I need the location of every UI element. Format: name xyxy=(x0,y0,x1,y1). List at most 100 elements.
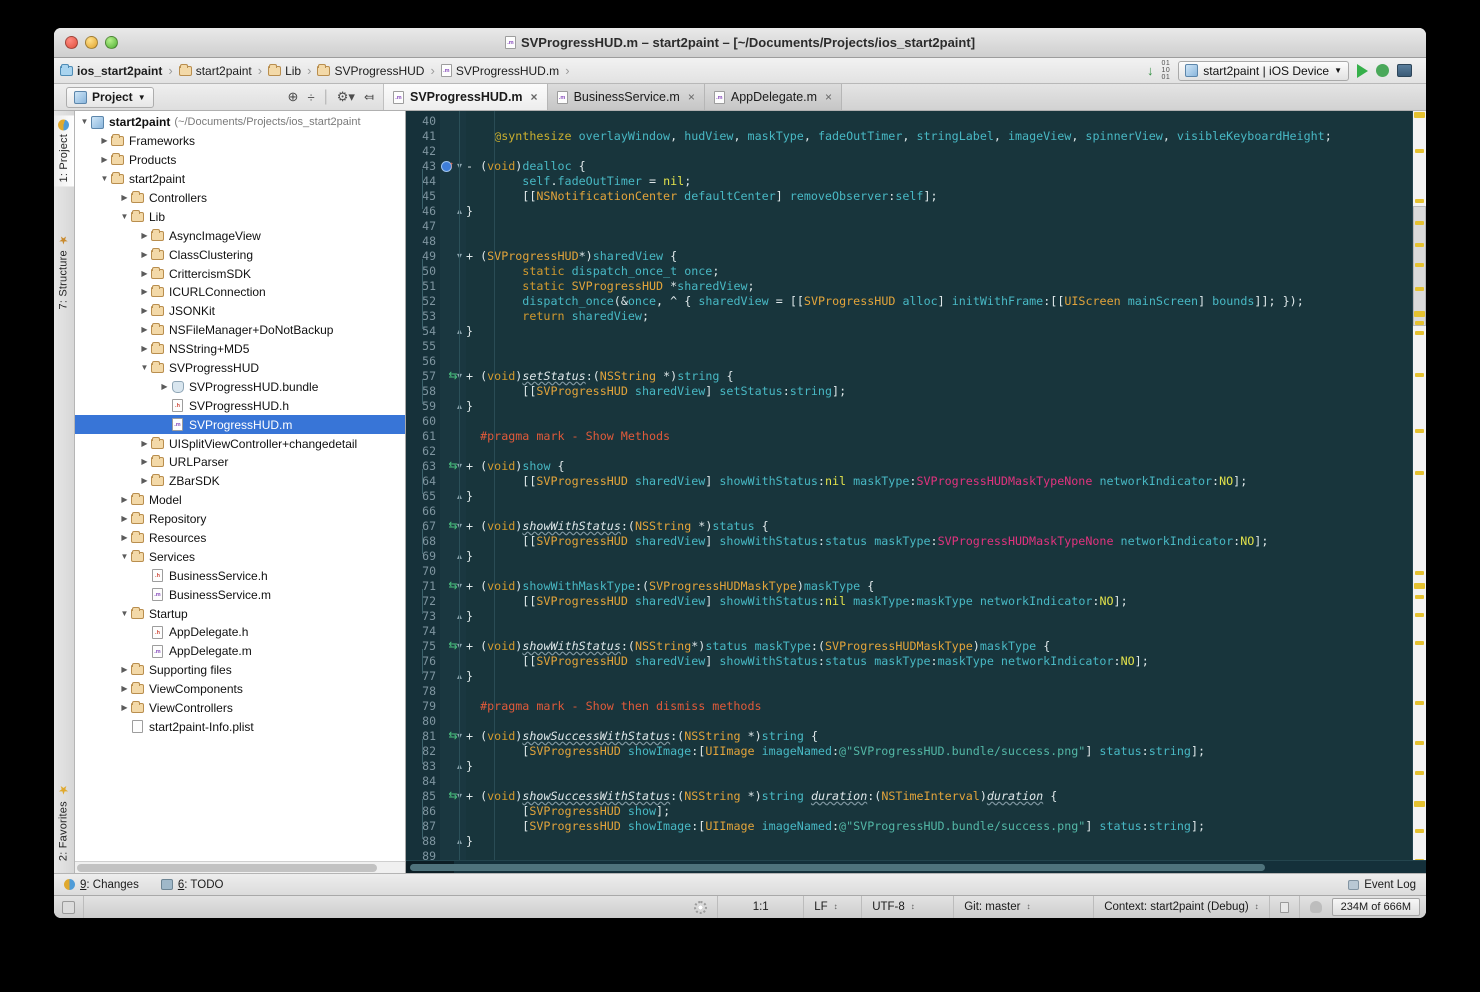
chevron-right-icon[interactable]: ▶ xyxy=(159,382,170,391)
editor-tab-svprogresshud-m[interactable]: .m SVProgressHUD.m × xyxy=(384,84,548,110)
gutter-marker-row[interactable]: ⇆▾ xyxy=(440,729,466,744)
tree-node[interactable]: start2paint-Info.plist xyxy=(75,718,405,737)
gutter-marker-row[interactable] xyxy=(440,564,466,579)
tool-window-event-log[interactable]: Event Log xyxy=(1348,879,1416,891)
gutter-marker-row[interactable] xyxy=(440,384,466,399)
tree-node[interactable]: ▶ CrittercismSDK xyxy=(75,264,405,283)
code-line[interactable] xyxy=(466,774,1412,789)
code-line[interactable] xyxy=(466,849,1412,860)
tree-node[interactable]: ▶ UISplitViewController+changedetail xyxy=(75,434,405,453)
chevron-right-icon[interactable]: ▶ xyxy=(119,496,130,504)
gutter-marker-row[interactable] xyxy=(440,474,466,489)
tree-node[interactable]: .h BusinessService.h xyxy=(75,566,405,585)
error-stripe-marker[interactable] xyxy=(1415,641,1424,645)
run-configuration-selector[interactable]: start2paint | iOS Device ▼ xyxy=(1178,60,1349,81)
sidebar-item-structure[interactable]: 7: Structure ★ xyxy=(54,229,74,313)
readonly-toggle[interactable] xyxy=(1270,896,1300,918)
tree-node[interactable]: ▶ URLParser xyxy=(75,453,405,472)
breadcrumb-item-3[interactable]: SVProgressHUD xyxy=(317,63,424,78)
collapse-all-icon[interactable]: ÷ xyxy=(307,90,314,105)
gutter-marker-row[interactable] xyxy=(440,309,466,324)
tree-node[interactable]: ▶ NSFileManager+DoNotBackup xyxy=(75,321,405,340)
code-line[interactable]: } xyxy=(466,759,1412,774)
code-line[interactable] xyxy=(466,114,1412,129)
chevron-right-icon[interactable]: ▶ xyxy=(119,685,130,693)
gutter-marker-row[interactable] xyxy=(440,594,466,609)
code-line[interactable]: [[SVProgressHUD sharedView] setStatus:st… xyxy=(466,384,1412,399)
tree-horizontal-scrollbar[interactable] xyxy=(75,861,405,873)
chevron-right-icon[interactable]: ▶ xyxy=(139,439,150,448)
gutter-marker-row[interactable] xyxy=(440,189,466,204)
tree-node[interactable]: ▶ Products xyxy=(75,151,405,170)
code-line[interactable] xyxy=(466,684,1412,699)
chevron-right-icon[interactable]: ▶ xyxy=(139,477,150,485)
chevron-down-icon[interactable]: ▼ xyxy=(119,609,130,618)
tree-node[interactable]: ▶ AsyncImageView xyxy=(75,226,405,245)
tree-node[interactable]: .h AppDelegate.h xyxy=(75,623,405,642)
debug-icon[interactable] xyxy=(1376,64,1389,77)
editor-tab-businessservice-m[interactable]: .m BusinessService.m × xyxy=(547,84,705,110)
code-line[interactable]: [SVProgressHUD showImage:[UIImage imageN… xyxy=(466,819,1412,834)
code-line[interactable]: [[SVProgressHUD sharedView] showWithStat… xyxy=(466,534,1412,549)
code-line[interactable]: self.fadeOutTimer = nil; xyxy=(466,174,1412,189)
chevron-right-icon[interactable]: ▶ xyxy=(119,534,130,542)
scrollbar-thumb[interactable] xyxy=(77,864,377,872)
code-line[interactable]: } xyxy=(466,609,1412,624)
gutter-marker-row[interactable]: ▴ xyxy=(440,549,466,564)
chevron-down-icon[interactable]: ▼ xyxy=(119,212,130,221)
gutter-marker-row[interactable]: ▴ xyxy=(440,759,466,774)
error-stripe-marker[interactable] xyxy=(1415,331,1424,335)
gutter-marker-row[interactable] xyxy=(440,714,466,729)
gutter-marker-row[interactable] xyxy=(440,174,466,189)
code-line[interactable]: return sharedView; xyxy=(466,309,1412,324)
code-line[interactable]: + (void)showSuccessWithStatus:(NSString … xyxy=(466,729,1412,744)
chevron-right-icon[interactable]: ▶ xyxy=(139,345,150,353)
gutter-marker-row[interactable]: ⇆▾ xyxy=(440,579,466,594)
breadcrumb-item-4[interactable]: .m SVProgressHUD.m xyxy=(440,64,559,78)
gutter-marker-row[interactable] xyxy=(440,504,466,519)
code-line[interactable]: + (void)showWithMaskType:(SVProgressHUDM… xyxy=(466,579,1412,594)
code-line[interactable]: - (void)dealloc { xyxy=(466,159,1412,174)
chevron-right-icon[interactable]: ▶ xyxy=(139,458,150,466)
error-stripe-marker[interactable] xyxy=(1415,263,1424,267)
error-stripe-marker[interactable] xyxy=(1415,199,1424,203)
tree-node[interactable]: .h SVProgressHUD.h xyxy=(75,396,405,415)
tool-window-changes[interactable]: 9: Changes xyxy=(64,879,139,891)
error-stripe-marker[interactable] xyxy=(1415,701,1424,705)
tree-node[interactable]: ▶ ClassClustering xyxy=(75,245,405,264)
gutter-marker-row[interactable]: ▴ xyxy=(440,669,466,684)
code-line[interactable]: [[NSNotificationCenter defaultCenter] re… xyxy=(466,189,1412,204)
context-widget[interactable]: Context: start2paint (Debug) ↕ xyxy=(1094,896,1270,918)
background-tasks-indicator[interactable] xyxy=(684,896,719,918)
tree-node[interactable]: ▶ NSString+MD5 xyxy=(75,340,405,359)
chevron-right-icon[interactable]: ▶ xyxy=(139,231,150,240)
tree-node[interactable]: ▶ ZBarSDK xyxy=(75,472,405,491)
chevron-down-icon[interactable]: ▼ xyxy=(99,175,110,183)
gutter-marker-row[interactable] xyxy=(440,774,466,789)
error-stripe-marker[interactable] xyxy=(1415,829,1424,833)
tree-node[interactable]: ▶ Repository xyxy=(75,510,405,529)
sidebar-item-favorites[interactable]: 2: Favorites ★ xyxy=(54,779,74,865)
caret-position[interactable]: 1:1 xyxy=(718,896,805,918)
code-line[interactable]: [[SVProgressHUD sharedView] showWithStat… xyxy=(466,474,1412,489)
gutter-marker-row[interactable] xyxy=(440,219,466,234)
gutter-marker-row[interactable] xyxy=(440,684,466,699)
gutter-marker-row[interactable]: ⇆▾ xyxy=(440,459,466,474)
gutter-marker-row[interactable] xyxy=(440,444,466,459)
editor-marker-gutter[interactable]: ↑▾ ▴ ▾ ▴ ⇆▾ ▴ ⇆▾ ▴ ⇆▾ ▴ ⇆▾ ▴ ⇆▾ ▴ ⇆▾ ▴ ⇆▾ ▴ xyxy=(422,111,466,860)
gutter-marker-row[interactable]: ▴ xyxy=(440,609,466,624)
close-icon[interactable]: × xyxy=(531,90,538,104)
chevron-right-icon[interactable]: ▶ xyxy=(99,156,110,164)
code-text-area[interactable]: @synthesize overlayWindow, hudView, mask… xyxy=(466,111,1412,860)
gutter-marker-row[interactable]: ⇆▾ xyxy=(440,369,466,384)
code-line[interactable]: static SVProgressHUD *sharedView; xyxy=(466,279,1412,294)
gutter-marker-row[interactable] xyxy=(440,114,466,129)
error-stripe-marker[interactable] xyxy=(1415,741,1424,745)
code-line[interactable]: } xyxy=(466,399,1412,414)
error-stripe-marker[interactable] xyxy=(1415,571,1424,575)
error-stripe-marker[interactable] xyxy=(1415,287,1424,291)
error-stripe-marker[interactable] xyxy=(1415,221,1424,225)
tree-node[interactable]: ▶ SVProgressHUD.bundle xyxy=(75,377,405,396)
run-icon[interactable] xyxy=(1357,63,1368,78)
code-line[interactable] xyxy=(466,339,1412,354)
